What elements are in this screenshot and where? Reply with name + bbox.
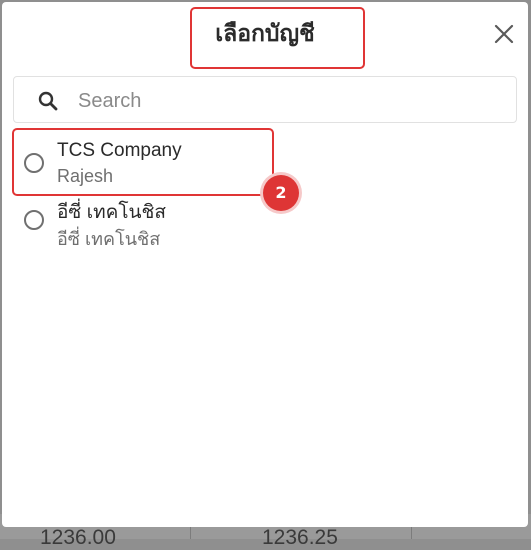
background-cell-value: 1236.25: [262, 526, 338, 549]
select-account-modal: เลือกบัญชี TCS Company Rajesh อีซี่ เทคโ…: [2, 2, 528, 527]
search-icon: [38, 91, 58, 111]
close-icon[interactable]: [489, 19, 519, 49]
account-owner: อีซี่ เทคโนชิส: [57, 229, 161, 249]
background-cell-value: 1236.00: [40, 526, 116, 549]
account-option-easy-technosys[interactable]: อีซี่ เทคโนชิส อีซี่ เทคโนชิส: [16, 194, 496, 249]
annotation-highlight-title: [190, 7, 365, 69]
annotation-step-badge: 2: [263, 175, 299, 211]
search-box: [13, 76, 517, 123]
account-name: อีซี่ เทคโนชิส: [57, 202, 166, 223]
search-input[interactable]: [76, 85, 500, 117]
annotation-highlight-account: [12, 128, 274, 196]
radio-button[interactable]: [24, 210, 44, 230]
